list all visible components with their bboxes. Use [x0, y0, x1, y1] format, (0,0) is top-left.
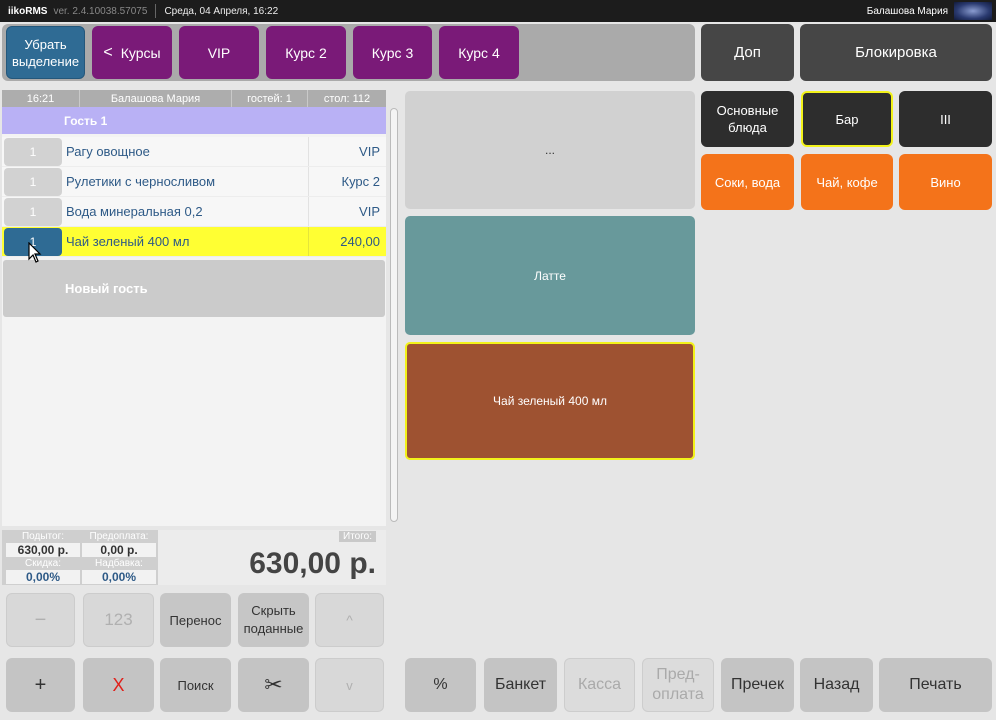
item-qty[interactable]: 1 [4, 167, 62, 196]
item-name: Чай зеленый 400 мл [66, 234, 190, 249]
app-name: iikoRMS [8, 5, 48, 17]
order-header: 16:21 Балашова Мария гостей: 1 стол: 112 [2, 90, 386, 107]
item-name: Рагу овощное [66, 144, 150, 159]
dish-green-tea[interactable]: Чай зеленый 400 мл [405, 342, 695, 460]
item-qty[interactable]: 1 [4, 197, 62, 226]
dish-latte[interactable]: Латте [405, 216, 695, 335]
discount-value[interactable]: 0,00% [6, 570, 80, 584]
prepay-label: Предоплата: [89, 531, 149, 542]
discount-button[interactable]: % [405, 658, 476, 712]
category-tea-coffee[interactable]: Чай, кофе [801, 154, 893, 210]
chevron-left-icon: < [103, 43, 113, 61]
category-wine[interactable]: Вино [899, 154, 992, 210]
deselect-button[interactable]: Убрать выделение [6, 26, 85, 79]
item-qty[interactable]: 1 [4, 137, 62, 166]
courses-label: Курсы [120, 44, 161, 61]
category-main-dishes[interactable]: Основные блюда [701, 91, 794, 147]
back-button[interactable]: Назад [800, 658, 873, 712]
scroll-up-button[interactable]: ^ [315, 593, 384, 647]
courses-button[interactable]: < Курсы [92, 26, 172, 79]
grand-total: Итого: 630,00 р. [158, 530, 386, 585]
dish-group-more[interactable]: ... [405, 91, 695, 209]
course-vip-button[interactable]: VIP [179, 26, 259, 79]
new-guest-row[interactable]: Новый гость [3, 260, 385, 317]
cash-button[interactable]: Касса [564, 658, 635, 712]
current-date: Среда, 04 Апреля, 16:22 [164, 5, 279, 17]
split-button[interactable]: ✂ [238, 658, 309, 712]
order-item[interactable]: 1 Вода минеральная 0,2 VIP [2, 197, 386, 227]
order-guests: гостей: 1 [232, 90, 308, 107]
item-course: VIP [308, 137, 386, 166]
course-2-button[interactable]: Курс 2 [266, 26, 346, 79]
current-user: Балашова Мария [866, 5, 948, 17]
precheck-button[interactable]: Пречек [721, 658, 794, 712]
plus-button[interactable]: + [6, 658, 75, 712]
scissors-icon: ✂ [264, 672, 283, 697]
guest-row[interactable]: Гость 1 [2, 107, 386, 134]
divider [155, 4, 157, 18]
title-bar: iikoRMS ver. 2.4.10038.57075 Среда, 04 А… [0, 0, 996, 22]
mouse-cursor-icon [28, 242, 42, 263]
order-scrollbar[interactable] [390, 108, 398, 522]
search-button[interactable]: Поиск [160, 658, 231, 712]
course-3-button[interactable]: Курс 3 [353, 26, 432, 79]
category-juices-water[interactable]: Соки, вода [701, 154, 794, 210]
transfer-button[interactable]: Перенос [160, 593, 231, 647]
chevron-up-icon: ^ [346, 612, 353, 628]
course-4-button[interactable]: Курс 4 [439, 26, 519, 79]
total-label: Итого: [339, 531, 376, 542]
banquet-button[interactable]: Банкет [484, 658, 557, 712]
delete-button[interactable]: X [83, 658, 154, 712]
order-table: стол: 112 [323, 92, 371, 105]
lock-button[interactable]: Блокировка [800, 24, 992, 81]
subtotal-value: 630,00 р. [6, 543, 80, 557]
surcharge-label: Надбавка: [95, 558, 143, 569]
category-iii[interactable]: III [899, 91, 992, 147]
order-time: 16:21 [2, 90, 80, 107]
extra-button[interactable]: Доп [701, 24, 794, 81]
total-value: 630,00 р. [249, 547, 376, 580]
order-item[interactable]: 1 Рулетики с черносливом Курс 2 [2, 167, 386, 197]
order-item-selected[interactable]: 1 Чай зеленый 400 мл 240,00 [2, 227, 386, 257]
order-panel: 16:21 Балашова Мария гостей: 1 стол: 112… [2, 90, 386, 526]
prepay-value: 0,00 р. [82, 543, 156, 557]
quantity-button[interactable]: 123 [83, 593, 154, 647]
item-name: Рулетики с черносливом [66, 174, 216, 189]
order-waiter: Балашова Мария [80, 90, 232, 107]
item-course: Курс 2 [308, 167, 386, 196]
print-button[interactable]: Печать [879, 658, 992, 712]
prepayment-button[interactable]: Пред-оплата [642, 658, 714, 712]
totals-panel: Подытог: 630,00 р. Предоплата: 0,00 р. С… [2, 530, 386, 585]
scroll-down-button[interactable]: v [315, 658, 384, 712]
category-bar[interactable]: Бар [801, 91, 893, 147]
discount-label: Скидка: [25, 558, 61, 569]
surcharge-value[interactable]: 0,00% [82, 570, 156, 584]
app-version: ver. 2.4.10038.57075 [53, 5, 148, 17]
user-avatar [954, 2, 992, 20]
hide-served-button[interactable]: Скрыть поданные [238, 593, 309, 647]
order-item[interactable]: 1 Рагу овощное VIP [2, 137, 386, 167]
subtotal-label: Подытог: [21, 531, 64, 542]
item-price: 240,00 [308, 227, 386, 256]
minus-button[interactable]: − [6, 593, 75, 647]
item-name: Вода минеральная 0,2 [66, 204, 203, 219]
item-course: VIP [308, 197, 386, 226]
chevron-down-icon: v [346, 677, 353, 693]
